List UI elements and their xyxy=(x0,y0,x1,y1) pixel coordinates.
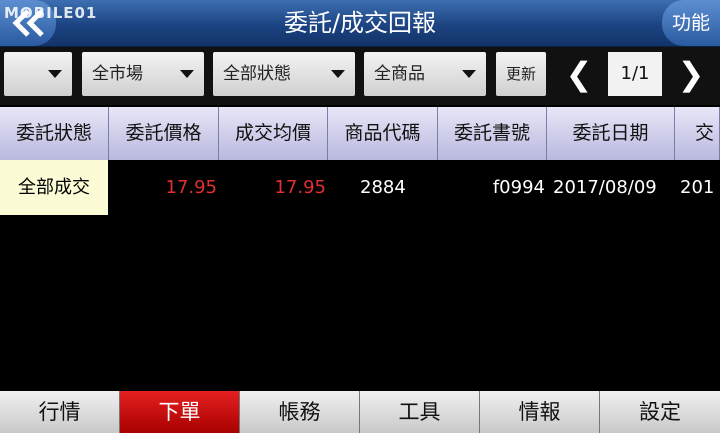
bottom-tab-bar: 行情 下單 帳務 工具 情報 設定 xyxy=(0,391,720,433)
tab-tools[interactable]: 工具 xyxy=(360,391,480,433)
cell-truncated: 201 xyxy=(680,177,715,198)
column-header-order-price[interactable]: 委託價格 xyxy=(109,107,219,160)
cell-status: 全部成交 xyxy=(0,160,108,215)
chevron-down-icon xyxy=(180,70,194,78)
tab-quotes[interactable]: 行情 xyxy=(0,391,120,433)
page-title: 委託/成交回報 xyxy=(283,9,437,37)
chevron-down-icon xyxy=(331,70,345,78)
cell-product-code: 2884 xyxy=(360,177,406,198)
chevron-down-icon xyxy=(462,70,476,78)
next-page-icon[interactable]: ❯ xyxy=(672,52,710,96)
dropdown-label: 全市場 xyxy=(92,64,143,84)
cell-avg-price: 17.95 xyxy=(274,177,326,198)
column-header-order-number[interactable]: 委託書號 xyxy=(438,107,547,160)
tab-accounts[interactable]: 帳務 xyxy=(240,391,360,433)
tab-news[interactable]: 情報 xyxy=(480,391,600,433)
filter-bar: 全市場 全部狀態 全商品 更新 ❮ 1/1 ❯ xyxy=(0,47,720,105)
filter-dropdown-status[interactable]: 全部狀態 xyxy=(213,52,355,96)
refresh-button[interactable]: 更新 xyxy=(496,52,546,96)
function-button[interactable]: 功能 xyxy=(662,0,720,46)
dropdown-label: 全商品 xyxy=(374,64,425,84)
filter-dropdown-account[interactable] xyxy=(4,52,72,96)
table-header: 委託狀態 委託價格 成交均價 商品代碼 委託書號 委託日期 交 xyxy=(0,107,720,160)
column-header-product-code[interactable]: 商品代碼 xyxy=(328,107,438,160)
page-indicator: 1/1 xyxy=(608,52,662,96)
tab-settings[interactable]: 設定 xyxy=(600,391,720,433)
prev-page-icon[interactable]: ❮ xyxy=(560,52,598,96)
tab-order[interactable]: 下單 xyxy=(120,391,240,433)
cell-order-date: 2017/08/09 xyxy=(553,177,657,198)
filter-dropdown-market[interactable]: 全市場 xyxy=(82,52,204,96)
column-header-order-date[interactable]: 委託日期 xyxy=(547,107,675,160)
chevron-down-icon xyxy=(48,70,62,78)
column-header-status[interactable]: 委託狀態 xyxy=(0,107,109,160)
title-bar: MOBILE01 委託/成交回報 功能 xyxy=(0,0,720,47)
table-row[interactable]: 全部成交 17.95 17.95 2884 f0994 2017/08/09 2… xyxy=(0,160,720,215)
filter-dropdown-product[interactable]: 全商品 xyxy=(364,52,486,96)
cell-order-number: f0994 xyxy=(492,177,545,198)
column-header-avg-price[interactable]: 成交均價 xyxy=(219,107,328,160)
column-header-truncated[interactable]: 交 xyxy=(675,107,720,160)
cell-order-price: 17.95 xyxy=(165,177,217,198)
dropdown-label: 全部狀態 xyxy=(223,64,291,84)
